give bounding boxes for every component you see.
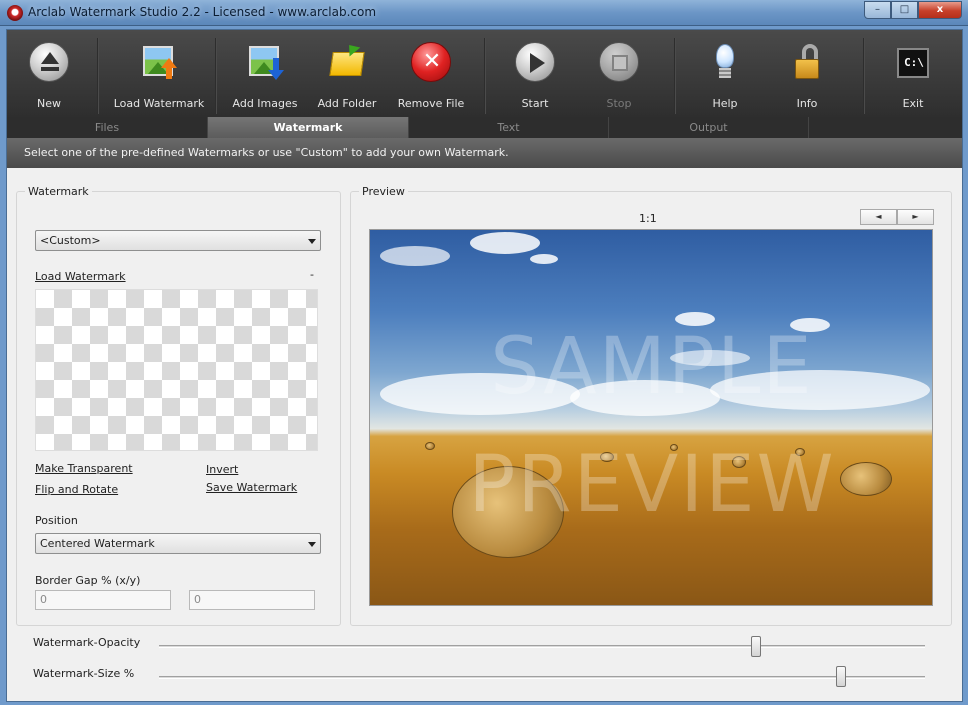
watermark-preset-select[interactable]: <Custom> — [35, 230, 321, 251]
opacity-slider-track[interactable] — [159, 645, 925, 648]
watermark-overlay-line1: SAMPLE — [490, 322, 814, 412]
toolbar-separator — [97, 38, 99, 114]
zoom-level: 1:1 — [639, 212, 657, 225]
tab-bar: Files Watermark Text Output — [7, 117, 962, 138]
toolbar-separator — [215, 38, 217, 114]
eject-icon — [29, 42, 69, 82]
cloud — [530, 254, 558, 264]
watermark-preset-value: <Custom> — [40, 234, 101, 247]
close-button[interactable]: x — [918, 1, 962, 19]
hint-bar: Select one of the pre-defined Watermarks… — [7, 138, 962, 168]
help-button[interactable]: Help — [693, 30, 757, 117]
exit-label: Exit — [902, 97, 924, 110]
arrow-left-icon: ◄ — [875, 212, 882, 221]
client-area: New Load Watermark Add Images Add Folder… — [6, 29, 963, 702]
minimize-button[interactable]: – — [864, 1, 891, 19]
app-icon[interactable] — [7, 5, 23, 21]
preview-image: SAMPLE PREVIEW — [369, 229, 933, 606]
play-icon — [515, 42, 555, 82]
cloud — [380, 246, 450, 266]
chevron-down-icon — [308, 542, 316, 547]
title-bar: Arclab Watermark Studio 2.2 - Licensed -… — [0, 0, 968, 26]
maximize-button[interactable]: □ — [891, 1, 918, 19]
border-gap-x-input[interactable]: 0 — [35, 590, 171, 610]
tab-watermark[interactable]: Watermark — [208, 117, 409, 138]
add-images-label: Add Images — [232, 97, 298, 110]
save-watermark-link[interactable]: Save Watermark — [206, 481, 297, 494]
new-label: New — [37, 97, 61, 110]
add-images-button[interactable]: Add Images — [229, 30, 301, 117]
toolbar-separator — [484, 38, 486, 114]
window-title: Arclab Watermark Studio 2.2 - Licensed -… — [28, 5, 377, 19]
remove-icon: ✕ — [411, 42, 451, 82]
previous-image-button[interactable]: ◄ — [860, 209, 897, 225]
toolbar: New Load Watermark Add Images Add Folder… — [7, 30, 962, 117]
lightbulb-icon — [705, 42, 745, 82]
image-upload-icon — [139, 42, 179, 82]
folder-add-icon — [327, 40, 367, 82]
opacity-slider-label: Watermark-Opacity — [33, 636, 141, 649]
border-gap-label: Border Gap % (x/y) — [35, 574, 141, 587]
size-slider-track[interactable] — [159, 676, 925, 679]
help-label: Help — [712, 97, 738, 110]
invert-link[interactable]: Invert — [206, 463, 238, 476]
tab-output[interactable]: Output — [609, 117, 809, 138]
watermark-overlay-line2: PREVIEW — [468, 440, 836, 530]
size-slider-thumb[interactable] — [835, 666, 846, 687]
terminal-icon: C:\ — [893, 42, 933, 82]
next-image-button[interactable]: ► — [897, 209, 934, 225]
load-status: - — [310, 268, 314, 281]
remove-file-button[interactable]: ✕ Remove File — [393, 30, 469, 117]
flip-rotate-link[interactable]: Flip and Rotate — [35, 483, 118, 496]
remove-file-label: Remove File — [397, 97, 465, 110]
toolbar-separator — [863, 38, 865, 114]
start-label: Start — [521, 97, 549, 110]
window-frame: New Load Watermark Add Images Add Folder… — [0, 26, 968, 705]
window-controls: – □ x — [864, 1, 962, 19]
info-button[interactable]: Info — [775, 30, 839, 117]
tab-text[interactable]: Text — [409, 117, 609, 138]
exit-button[interactable]: C:\ Exit — [881, 30, 945, 117]
preview-panel: Preview 1:1 ◄ ► SAMPLE PREVIEW — [350, 185, 952, 626]
size-slider-label: Watermark-Size % — [33, 667, 135, 680]
add-folder-label: Add Folder — [317, 97, 377, 110]
chevron-down-icon — [308, 239, 316, 244]
position-label: Position — [35, 514, 78, 527]
opacity-slider-thumb[interactable] — [751, 636, 762, 657]
stop-button[interactable]: Stop — [587, 30, 651, 117]
position-value: Centered Watermark — [40, 537, 155, 550]
stop-icon — [599, 42, 639, 82]
position-select[interactable]: Centered Watermark — [35, 533, 321, 554]
tab-files[interactable]: Files — [7, 117, 208, 138]
load-watermark-link[interactable]: Load Watermark — [35, 270, 126, 283]
arrow-right-icon: ► — [912, 212, 919, 221]
add-folder-button[interactable]: Add Folder — [313, 30, 381, 117]
stop-label: Stop — [606, 97, 632, 110]
watermark-panel: Watermark <Custom> Load Watermark - Make… — [16, 185, 341, 626]
image-add-icon — [245, 42, 285, 82]
padlock-icon — [787, 42, 827, 82]
preview-panel-title: Preview — [359, 185, 408, 198]
border-gap-y-input[interactable]: 0 — [189, 590, 315, 610]
toolbar-separator — [674, 38, 676, 114]
start-button[interactable]: Start — [503, 30, 567, 117]
watermark-image-preview — [35, 289, 318, 451]
make-transparent-link[interactable]: Make Transparent — [35, 462, 133, 475]
load-watermark-label: Load Watermark — [113, 97, 205, 110]
watermark-panel-title: Watermark — [25, 185, 92, 198]
load-watermark-button[interactable]: Load Watermark — [109, 30, 209, 117]
info-label: Info — [796, 97, 818, 110]
new-button[interactable]: New — [17, 30, 81, 117]
cloud — [470, 232, 540, 254]
